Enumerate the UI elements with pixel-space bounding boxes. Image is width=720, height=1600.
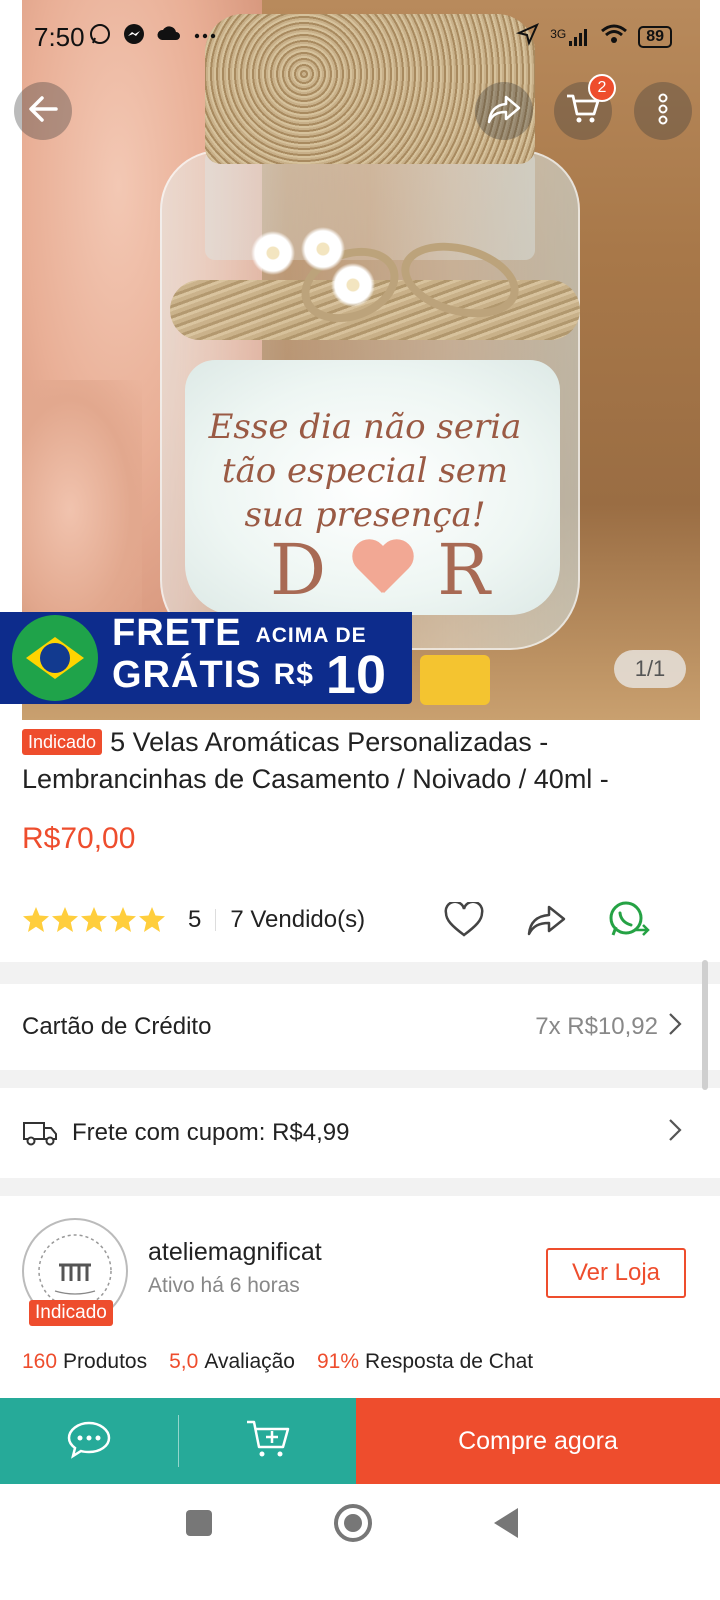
cart-button[interactable]: 2 <box>554 74 616 140</box>
frete-line1: FRETE <box>112 612 242 654</box>
free-shipping-banner: FRETE ACIMA DE GRÁTIS R$ 10 <box>0 612 412 704</box>
shipping-row[interactable]: Frete com cupom: R$4,99 <box>0 1088 720 1178</box>
back-arrow-icon <box>26 92 60 131</box>
free-shipping-text: FRETE ACIMA DE GRÁTIS R$ 10 <box>112 614 386 702</box>
chat-icon <box>66 1419 112 1464</box>
background-object <box>420 655 490 705</box>
bottom-action-bar: Compre agora <box>0 1398 720 1484</box>
stat-value: 91% <box>317 1350 360 1373</box>
shipping-right <box>668 1118 682 1149</box>
stat-label: Produtos <box>63 1350 148 1373</box>
stat-value: 5,0 <box>169 1350 199 1373</box>
status-time: 7:50 <box>34 22 85 52</box>
share-product-icon[interactable] <box>526 903 566 942</box>
rating-row: 5 7 Vendido(s) <box>22 900 698 940</box>
back-triangle-icon[interactable] <box>494 1508 518 1538</box>
flower-decoration <box>330 262 376 308</box>
cart-count-badge: 2 <box>588 74 616 102</box>
product-title-block: Indicado 5 Velas Aromáticas Personalizada… <box>22 724 698 798</box>
favorite-heart-icon[interactable] <box>444 900 484 943</box>
rating-stars <box>22 906 172 934</box>
payment-right: 7x R$10,92 <box>535 1012 682 1043</box>
cloud-icon <box>156 22 182 52</box>
shipping-label: Frete com cupom: R$4,99 <box>72 1119 350 1146</box>
more-vertical-icon <box>657 92 669 131</box>
shop-stat-products: 160 Produtos <box>22 1350 147 1374</box>
status-bar: 7:50 3G 89 <box>0 0 720 78</box>
share-button[interactable] <box>475 82 533 140</box>
bottom-secondary-actions <box>0 1398 356 1484</box>
frete-amount: 10 <box>325 645 386 705</box>
recent-apps-icon[interactable] <box>186 1510 212 1536</box>
shop-stat-rating: 5,0 Avaliação <box>169 1350 295 1374</box>
star-icons <box>23 907 165 932</box>
wifi-icon <box>600 23 628 51</box>
chat-button[interactable] <box>0 1398 178 1484</box>
whatsapp-share-icon[interactable] <box>608 900 650 945</box>
frete-line2: GRÁTIS <box>112 654 262 696</box>
signal-icon: 3G <box>550 27 590 47</box>
jar-initials: D R <box>270 529 490 611</box>
shop-logo-icon <box>38 1234 112 1308</box>
jar-inscription: Esse dia não seria tão especial sem sua … <box>200 405 530 537</box>
initial-left: D <box>270 529 327 611</box>
add-to-cart-icon <box>245 1417 291 1466</box>
heart-icon <box>350 541 414 599</box>
stat-value: 160 <box>22 1350 58 1373</box>
section-gap <box>0 1070 720 1088</box>
home-icon[interactable] <box>334 1504 372 1542</box>
messenger-icon <box>122 22 146 52</box>
frete-above-label: ACIMA DE <box>255 624 367 647</box>
visit-shop-button[interactable]: Ver Loja <box>546 1248 686 1298</box>
stat-label: Avaliação <box>204 1350 295 1373</box>
brazil-flag-icon <box>12 615 98 701</box>
image-counter: 1/1 <box>614 650 686 688</box>
battery-icon: 89 <box>638 26 672 48</box>
more-options-button[interactable] <box>634 82 692 140</box>
more-dots-icon <box>192 22 218 52</box>
system-nav-bar <box>0 1484 720 1600</box>
initial-right: R <box>437 529 490 611</box>
share-icon <box>486 93 522 130</box>
indicado-badge: Indicado <box>22 729 103 755</box>
shop-name[interactable]: ateliemagnificat <box>148 1238 322 1267</box>
rating-value: 5 <box>188 906 202 933</box>
status-system-icons: 3G 89 <box>516 22 672 52</box>
buy-now-button[interactable]: Compre agora <box>356 1398 720 1484</box>
hand-image-lower <box>22 380 142 640</box>
scrollbar[interactable] <box>702 960 708 1090</box>
divider <box>215 909 217 931</box>
shop-stats: 160 Produtos 5,0 Avaliação 91% Resposta de … <box>22 1350 533 1374</box>
product-price: R$70,00 <box>22 822 136 855</box>
jar-text-line: Esse dia não seria <box>208 407 522 447</box>
stat-label: Resposta de Chat <box>365 1350 534 1373</box>
installments-value: 7x R$10,92 <box>535 1013 658 1040</box>
shop-indicado-badge: Indicado <box>29 1300 113 1326</box>
jar-text-line: tão especial sem <box>221 451 509 491</box>
image-margin-right <box>700 0 720 720</box>
product-title: 5 Velas Aromáticas Personalizadas - Lemb… <box>22 727 609 794</box>
sold-count: 7 Vendido(s) <box>230 906 366 933</box>
flower-decoration <box>250 230 296 276</box>
truck-icon <box>22 1119 58 1147</box>
back-button[interactable] <box>14 82 72 140</box>
status-notification-icons <box>88 22 218 52</box>
section-gap <box>0 1178 720 1196</box>
product-actions <box>444 900 650 945</box>
shop-active-status: Ativo há 6 horas <box>148 1274 300 1297</box>
chevron-right-icon <box>668 1012 682 1043</box>
navigation-icon <box>516 22 540 52</box>
payment-row[interactable]: Cartão de Crédito 7x R$10,92 <box>0 984 720 1070</box>
network-type-label: 3G <box>550 27 567 41</box>
flag-globe <box>40 643 70 673</box>
shop-stat-chat-response: 91% Resposta de Chat <box>317 1350 533 1374</box>
whatsapp-icon <box>88 22 112 52</box>
section-gap <box>0 962 720 984</box>
payment-label: Cartão de Crédito <box>22 1013 212 1040</box>
frete-currency: R$ <box>273 658 314 691</box>
chevron-right-icon <box>668 1118 682 1149</box>
add-to-cart-button[interactable] <box>179 1398 356 1484</box>
